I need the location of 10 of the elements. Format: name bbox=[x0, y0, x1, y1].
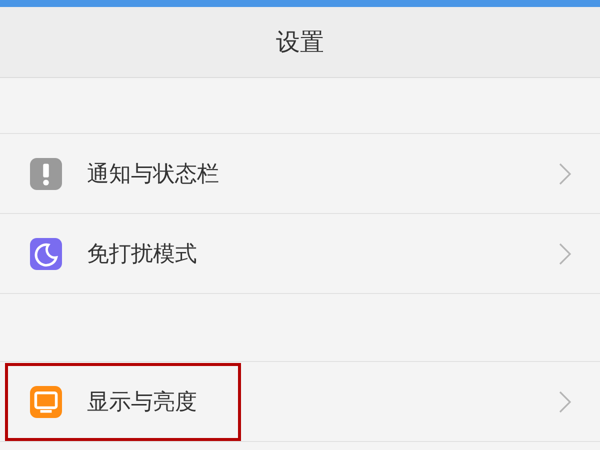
row-label: 通知与状态栏 bbox=[87, 160, 220, 188]
row-label: 显示与亮度 bbox=[87, 388, 198, 416]
settings-row[interactable]: 显示与亮度 bbox=[0, 362, 600, 442]
chevron-right-icon bbox=[558, 162, 572, 186]
page-title: 设置 bbox=[276, 27, 324, 58]
chevron-right-icon bbox=[558, 242, 572, 266]
settings-row[interactable]: 通知与状态栏 bbox=[0, 134, 600, 214]
chevron-right-icon bbox=[558, 390, 572, 414]
row-label: 免打扰模式 bbox=[87, 240, 198, 268]
settings-row[interactable]: 免打扰模式 bbox=[0, 214, 600, 294]
